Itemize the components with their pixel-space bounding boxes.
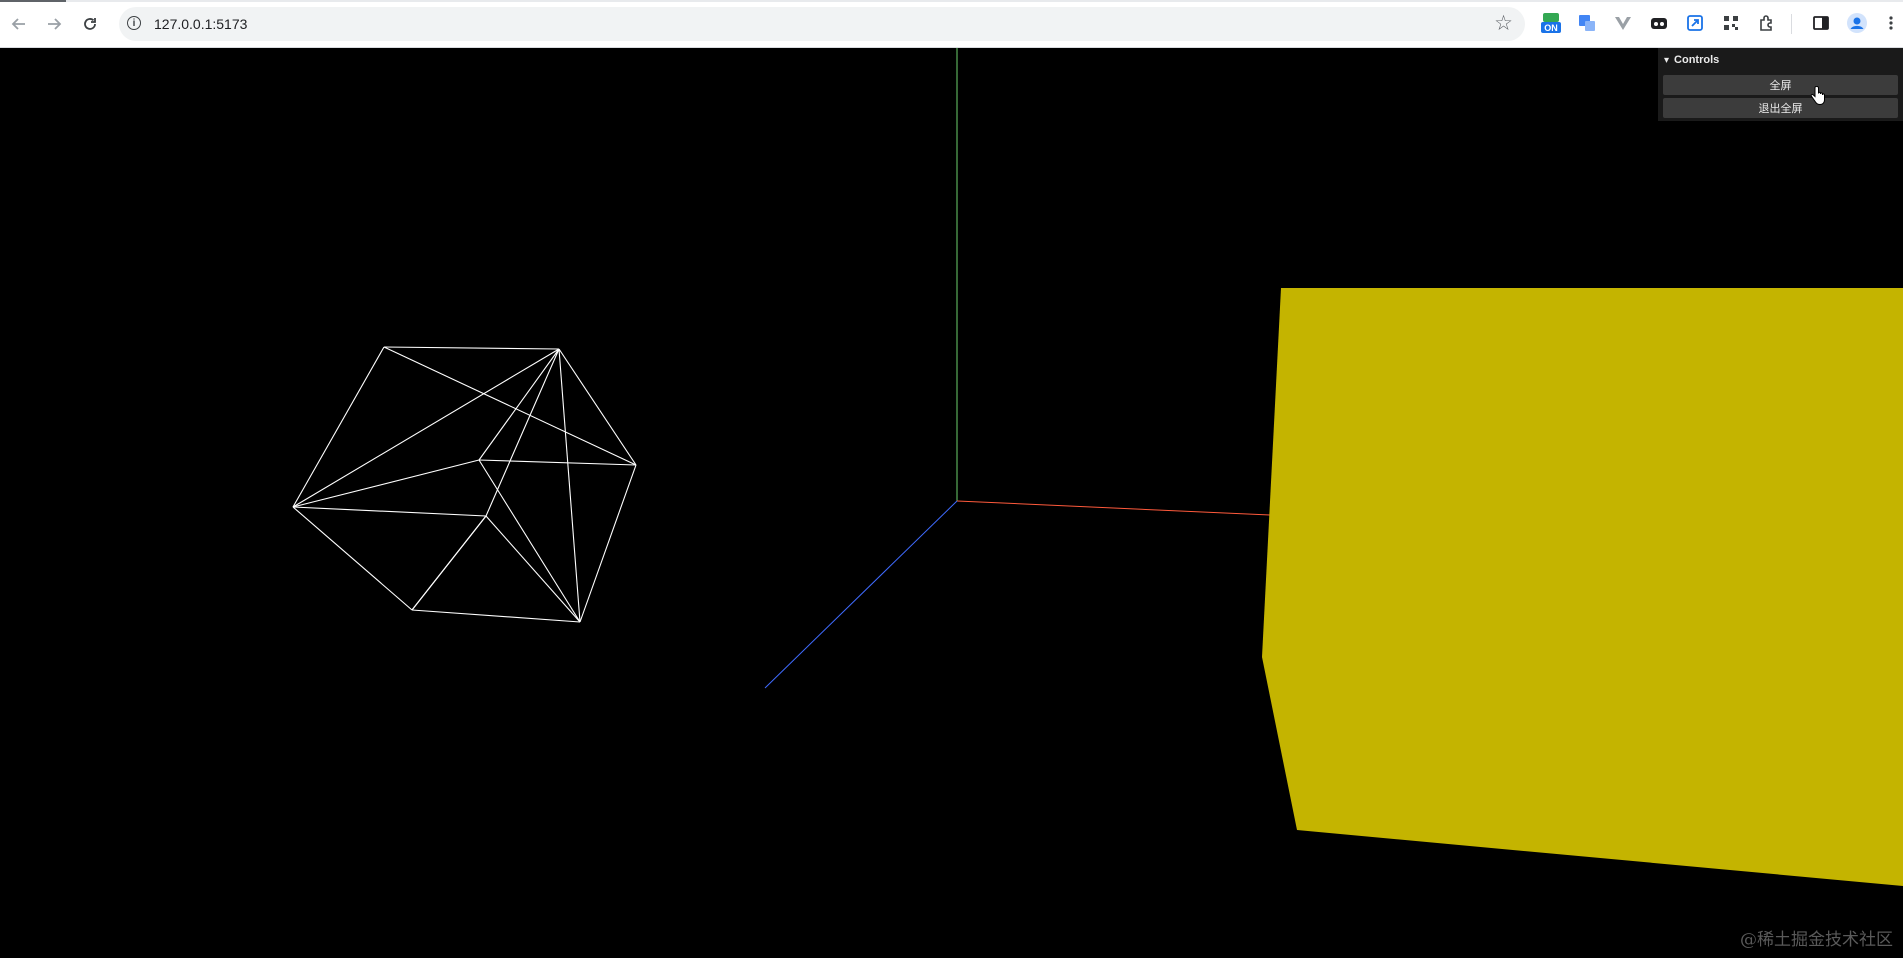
extension-on-icon[interactable]: ON <box>1540 12 1562 34</box>
axis-z-line <box>764 500 958 689</box>
menu-kebab-icon[interactable] <box>1880 12 1902 34</box>
reload-button[interactable] <box>76 10 104 38</box>
reload-icon <box>84 18 96 30</box>
watermark: @稀土掘金技术社区 <box>1740 930 1893 950</box>
lil-gui-panel: ▾ Controls 全屏 退出全屏 <box>1658 48 1903 121</box>
address-bar[interactable]: i 127.0.0.1:5173 ☆ <box>119 7 1525 41</box>
translate-icon[interactable] <box>1576 12 1598 34</box>
ext-on-badge: ON <box>1544 23 1558 33</box>
loading-strip <box>0 0 1903 2</box>
fullscreen-button[interactable]: 全屏 <box>1663 75 1898 95</box>
url-text[interactable]: 127.0.0.1:5173 <box>154 16 247 32</box>
browser-toolbar: i 127.0.0.1:5173 ☆ ON <box>0 0 1903 48</box>
back-button[interactable] <box>5 10 33 38</box>
extension-glasses-icon[interactable] <box>1648 12 1670 34</box>
extensions-puzzle-icon[interactable] <box>1756 12 1778 34</box>
arrow-left-icon <box>11 18 25 30</box>
qr-code-icon[interactable] <box>1720 12 1742 34</box>
vue-devtools-icon[interactable] <box>1612 12 1634 34</box>
site-info-icon[interactable]: i <box>127 16 141 30</box>
extension-share-icon[interactable] <box>1684 12 1706 34</box>
loading-progress <box>0 0 66 2</box>
hand-cursor-icon <box>1810 85 1826 112</box>
chevron-down-icon: ▾ <box>1664 54 1670 66</box>
wireframe-icosahedron <box>292 346 637 623</box>
side-panel-icon[interactable] <box>1810 12 1832 34</box>
gui-title-label: Controls <box>1674 54 1720 66</box>
forward-button[interactable] <box>40 10 68 38</box>
profile-avatar-icon[interactable] <box>1846 12 1868 34</box>
yellow-cube <box>1262 288 1903 886</box>
bookmark-star-icon[interactable]: ☆ <box>1494 11 1513 36</box>
toolbar-divider <box>1791 14 1792 34</box>
gui-title[interactable]: ▾ Controls <box>1658 48 1903 72</box>
3d-scene <box>292 48 1903 886</box>
arrow-right-icon <box>48 18 62 30</box>
exit-fullscreen-button[interactable]: 退出全屏 <box>1663 98 1898 118</box>
axis-x-line <box>956 500 1271 516</box>
webgl-canvas[interactable]: ▾ Controls 全屏 退出全屏 @稀土掘金技术社区 <box>0 48 1903 958</box>
